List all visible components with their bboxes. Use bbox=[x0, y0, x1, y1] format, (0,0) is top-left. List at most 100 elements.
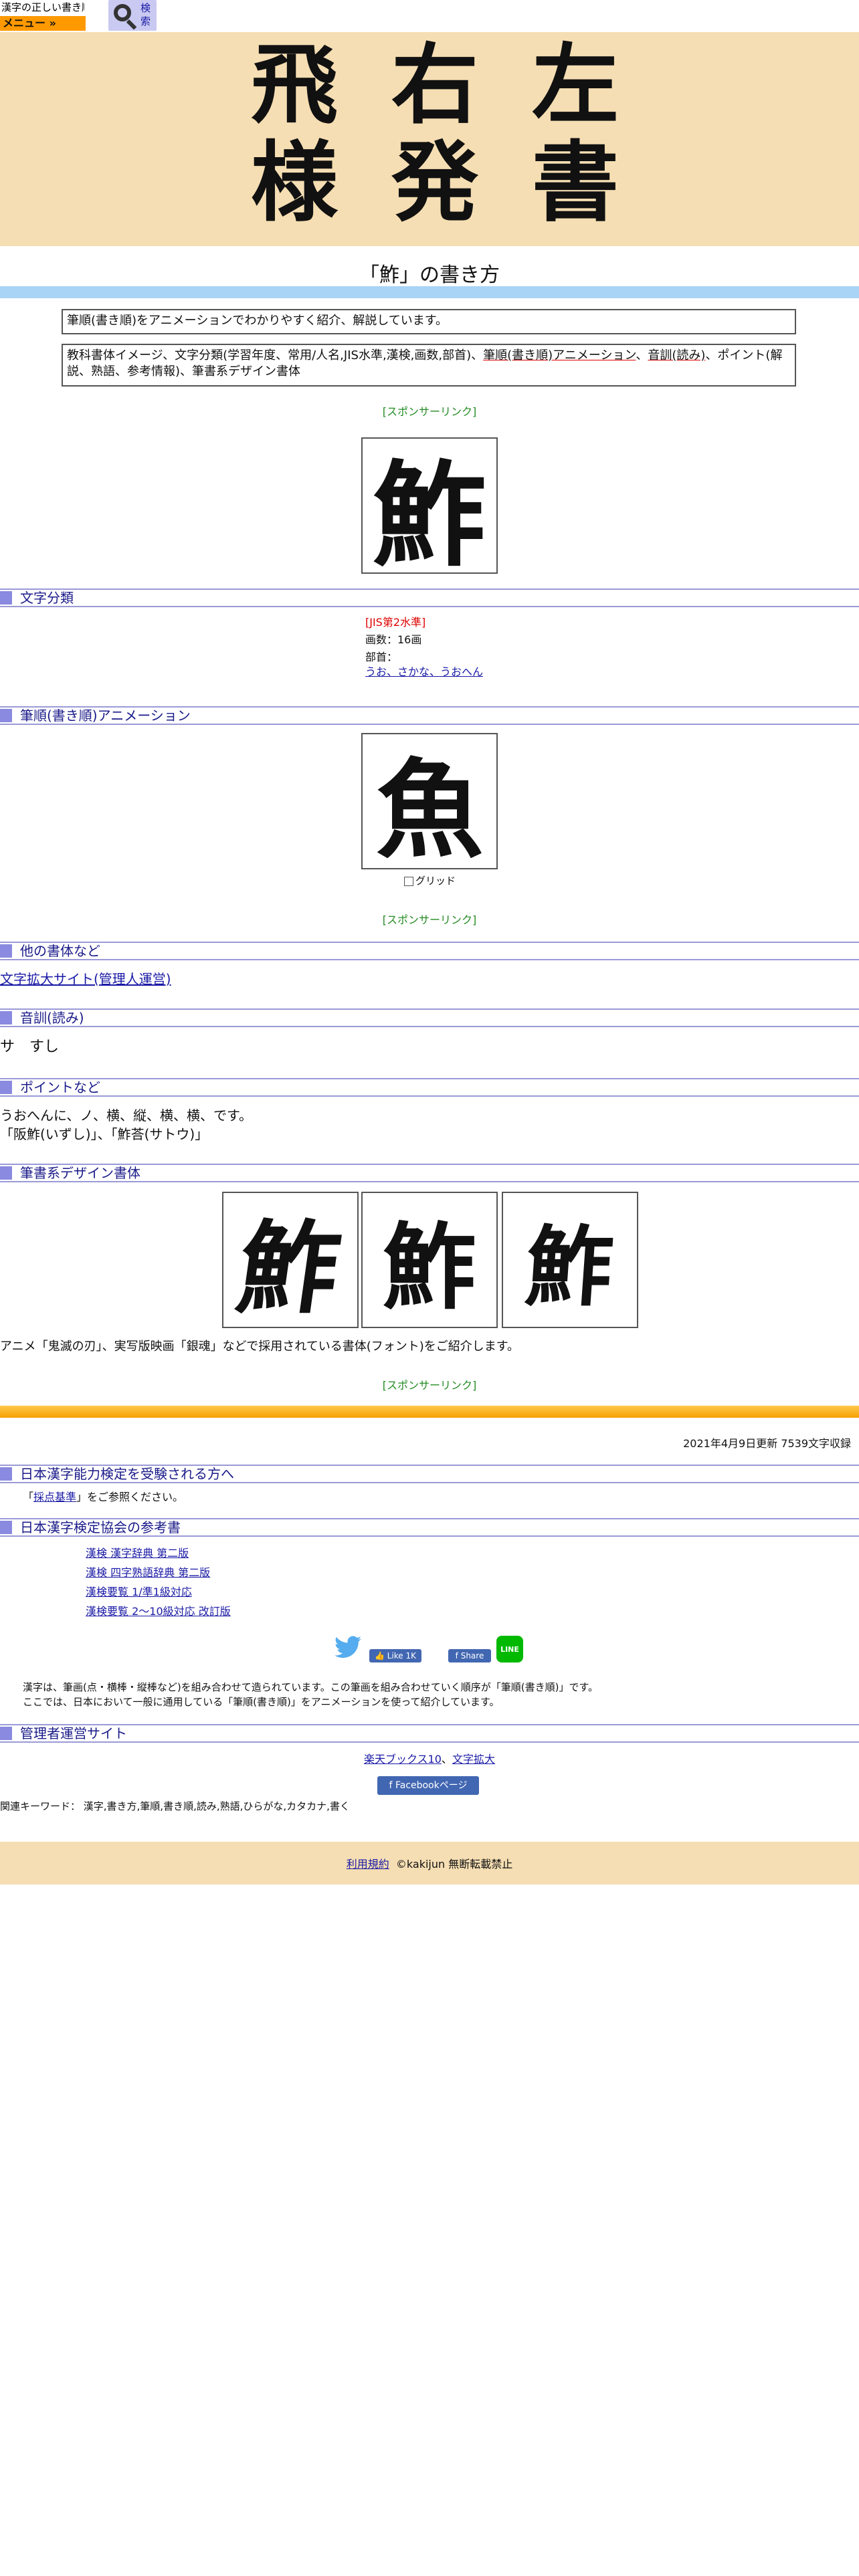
section-marker bbox=[0, 944, 12, 958]
section-marker bbox=[0, 1467, 12, 1481]
grid-label: グリッド bbox=[415, 875, 456, 887]
font-site-link[interactable]: 文字拡大サイト(管理人運営) bbox=[0, 970, 171, 988]
section-marker bbox=[0, 591, 12, 605]
animation-glyph: 魚 bbox=[375, 748, 483, 873]
twitter-icon[interactable] bbox=[335, 1636, 361, 1658]
jis-level: [JIS第2水準] bbox=[365, 616, 426, 629]
facebook-share-button[interactable]: f Share bbox=[448, 1649, 491, 1662]
reference-list: 漢検 漢字辞典 第二版 漢検 四字熟語辞典 第二版 漢検要覧 1/準1級対応 漢… bbox=[86, 1543, 231, 1621]
points-line-2: 「阪鮓(いずし)」、「鮓荅(サトウ)」 bbox=[0, 1126, 209, 1142]
rakuten-books-link[interactable]: 楽天ブックス10 bbox=[364, 1753, 442, 1765]
section-kentei: 日本漢字能力検定を受験される方へ bbox=[0, 1465, 859, 1483]
reference-link[interactable]: 漢検 漢字辞典 第二版 bbox=[86, 1543, 231, 1563]
about-line-1: 漢字は、筆画(点・横棒・縦棒など)を組み合わせて造られています。この筆画を組み合… bbox=[23, 1681, 598, 1693]
section-marker bbox=[0, 1727, 12, 1740]
section-other-fonts: 他の書体など bbox=[0, 942, 859, 960]
banner-row-2: 様 発 書 bbox=[234, 139, 636, 226]
radical-link[interactable]: うお、さかな、うおへん bbox=[365, 665, 483, 679]
related-keywords: 関連キーワード： 漢字,書き方,筆順,書き順,読み,熟語,ひらがな,カタカナ,書… bbox=[0, 1800, 350, 1812]
facebook-icon: f bbox=[389, 1780, 395, 1791]
section-marker bbox=[0, 1081, 12, 1094]
main-kanji-frame: 鮓 bbox=[361, 437, 498, 582]
banner-char: 書 bbox=[531, 131, 619, 233]
banner-char: 左 bbox=[531, 33, 619, 136]
facebook-icon: f bbox=[455, 1651, 461, 1660]
banner-char: 発 bbox=[391, 131, 478, 233]
sponsor-label: [スポンサーリンク] bbox=[382, 914, 477, 926]
design-font-glyph: 鮓 bbox=[230, 1209, 348, 1327]
facebook-like-button[interactable]: 👍 Like 1K bbox=[369, 1649, 421, 1662]
thumbs-up-icon: 👍 bbox=[374, 1651, 387, 1660]
section-title: 他の書体など bbox=[20, 943, 100, 959]
line-share-button[interactable]: LINE bbox=[496, 1636, 523, 1662]
intro-link-animation[interactable]: 筆順(書き順)アニメーション bbox=[483, 348, 636, 362]
section-animation: 筆順(書き順)アニメーション bbox=[0, 706, 859, 725]
reference-link[interactable]: 漢検 四字熟語辞典 第二版 bbox=[86, 1563, 231, 1582]
terms-link[interactable]: 利用規約 bbox=[347, 1858, 389, 1870]
kentei-text: 「 bbox=[23, 1491, 34, 1503]
section-admin-sites: 管理者運営サイト bbox=[0, 1724, 859, 1743]
share-label: Share bbox=[460, 1651, 484, 1660]
design-font-glyph: 鮓 bbox=[522, 1216, 617, 1318]
stroke-count: 画数：16画 bbox=[365, 633, 422, 646]
footer: 利用規約 ©kakijun 無断転載禁止 bbox=[0, 1842, 859, 1885]
banner-row-1: 飛 右 左 bbox=[234, 41, 636, 128]
kentei-text: 」をご参照ください。 bbox=[76, 1491, 184, 1503]
site-logo[interactable]: 漢字の正しい書き順(筆順) メニュー » bbox=[0, 0, 86, 31]
animation-frame[interactable]: 魚 bbox=[361, 733, 498, 873]
footer-text: 利用規約 ©kakijun 無断転載禁止 bbox=[0, 1855, 859, 1871]
grid-checkbox[interactable] bbox=[404, 876, 413, 886]
reading-value: サ すし bbox=[0, 1039, 60, 1055]
section-marker bbox=[0, 1521, 12, 1534]
section-title: 日本漢字検定協会の参考書 bbox=[20, 1519, 181, 1535]
section-points: ポイントなど bbox=[0, 1078, 859, 1097]
intro-text: 教科書体イメージ、文字分類(学習年度、常用/人名,JIS水準,漢検,画数,部首)… bbox=[67, 348, 484, 362]
intro-link-reading[interactable]: 音訓(読み) bbox=[648, 348, 705, 362]
section-title: 管理者運営サイト bbox=[20, 1725, 127, 1741]
section-title: ポイントなど bbox=[20, 1079, 100, 1095]
reference-link[interactable]: 漢検要覧 1/準1級対応 bbox=[86, 1582, 231, 1602]
section-title: 音訓(読み) bbox=[20, 1010, 84, 1026]
update-info: 2021年4月9日更新 7539文字収録 bbox=[683, 1437, 851, 1450]
radical-label: 部首： bbox=[365, 651, 398, 663]
sponsor-label: [スポンサーリンク] bbox=[382, 405, 477, 418]
section-title: 筆順(書き順)アニメーション bbox=[20, 708, 191, 724]
banner-char: 様 bbox=[250, 131, 338, 233]
intro-box-1: 筆順(書き順)をアニメーションでわかりやすく紹介、解説しています。 bbox=[62, 309, 796, 334]
section-design-fonts: 筆書系デザイン書体 bbox=[0, 1164, 859, 1182]
facebook-page-button[interactable]: f Facebookページ bbox=[377, 1776, 479, 1795]
scoring-link[interactable]: 採点基準 bbox=[33, 1491, 76, 1503]
fb-page-label: Facebookページ bbox=[395, 1780, 468, 1791]
top-bar: 漢字の正しい書き順(筆順) メニュー » 検索 bbox=[0, 0, 859, 32]
orange-divider bbox=[0, 1406, 859, 1418]
banner-char: 右 bbox=[391, 33, 478, 136]
grid-toggle[interactable]: グリッド bbox=[404, 873, 456, 887]
points-line-1: うおへんに、ノ、横、縦、横、横、です。 bbox=[0, 1107, 252, 1123]
search-button[interactable]: 検索 bbox=[108, 0, 157, 31]
copyright: ©kakijun 無断転載禁止 bbox=[395, 1858, 513, 1870]
design-font-frame: 鮓 bbox=[222, 1192, 359, 1328]
section-marker bbox=[0, 1166, 12, 1180]
logo-text: 漢字の正しい書き順(筆順) bbox=[1, 0, 84, 17]
search-label: 検索 bbox=[140, 2, 151, 27]
design-fonts-caption: アニメ「鬼滅の刃」、実写版映画「銀魂」などで採用されている書体(フォント)をご紹… bbox=[0, 1339, 519, 1354]
section-title: 日本漢字能力検定を受験される方へ bbox=[20, 1466, 234, 1482]
title-divider bbox=[0, 286, 859, 298]
design-font-glyph: 鮓 bbox=[382, 1217, 476, 1321]
reference-link[interactable]: 漢検要覧 2～10級対応 改訂版 bbox=[86, 1602, 231, 1621]
intro-sep: 、 bbox=[636, 348, 648, 362]
sponsor-label: [スポンサーリンク] bbox=[382, 1379, 477, 1392]
about-line-2: ここでは、日本において一般に通用している「筆順(書き順)」をアニメーションを使っ… bbox=[23, 1696, 500, 1708]
header-banner[interactable]: 飛 右 左 様 発 書 bbox=[0, 32, 859, 246]
intro-box-2: 教科書体イメージ、文字分類(学習年度、常用/人名,JIS水準,漢検,画数,部首)… bbox=[62, 344, 796, 387]
kentei-note: 「採点基準」をご参照ください。 bbox=[23, 1490, 183, 1505]
link-sep: 、 bbox=[441, 1753, 452, 1765]
menu-button[interactable]: メニュー » bbox=[0, 16, 86, 31]
admin-links: 楽天ブックス10、文字拡大 bbox=[0, 1752, 859, 1767]
section-title: 文字分類 bbox=[20, 590, 74, 606]
section-marker bbox=[0, 709, 12, 722]
font-enlarge-link[interactable]: 文字拡大 bbox=[452, 1753, 495, 1765]
banner-char: 飛 bbox=[250, 33, 338, 136]
design-font-frame: 鮓 bbox=[361, 1192, 498, 1328]
section-title: 筆書系デザイン書体 bbox=[20, 1165, 140, 1181]
